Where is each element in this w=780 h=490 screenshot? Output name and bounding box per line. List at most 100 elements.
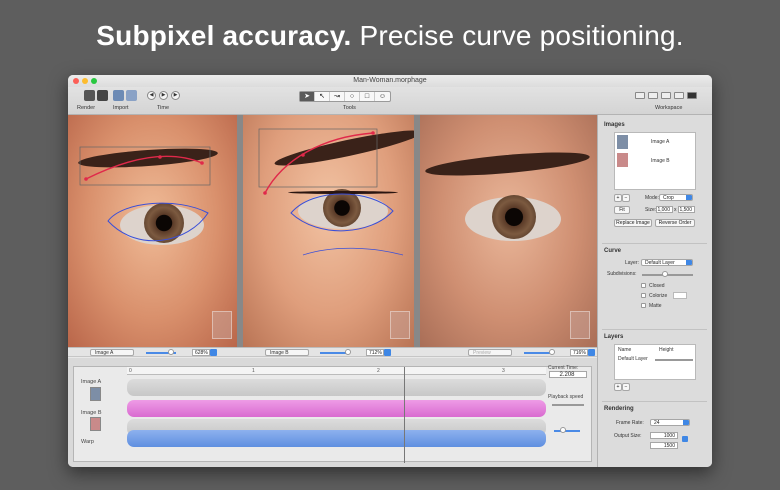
- subdivisions-knob[interactable]: [662, 271, 668, 277]
- curve-overlay: [79, 146, 211, 242]
- playback-speed-label: Playback speed: [548, 394, 584, 400]
- rendering-title: Rendering: [604, 406, 634, 412]
- image-a-thumbnail: [617, 135, 628, 149]
- add-layer-button[interactable]: +: [614, 383, 622, 391]
- colorize-swatch[interactable]: [673, 292, 687, 299]
- layer-height-slider[interactable]: [655, 359, 693, 361]
- play-button[interactable]: ▶: [159, 91, 168, 100]
- time-label: Time: [157, 105, 170, 111]
- inspector-sidebar: Images Image A Image B + − Mode: Crop Fi…: [597, 115, 712, 467]
- playback-speed-slider[interactable]: [552, 404, 584, 406]
- import-a-icon[interactable]: [113, 90, 124, 101]
- remove-image-button[interactable]: −: [622, 194, 630, 202]
- pane2-zoom-dropdown[interactable]: [384, 349, 391, 356]
- current-time-field[interactable]: 2.208: [549, 371, 587, 378]
- lock-aspect-checkbox[interactable]: [682, 436, 688, 442]
- tick-3: 3: [502, 368, 505, 374]
- size-width-field[interactable]: 1,000: [656, 206, 673, 213]
- size-height-field[interactable]: 1,500: [678, 206, 695, 213]
- image-b-pane[interactable]: [243, 115, 414, 347]
- iris: [492, 195, 536, 239]
- render-label: Render: [77, 105, 96, 111]
- pane2-zoom-value[interactable]: 712%: [366, 349, 384, 356]
- import-label: Import: [113, 105, 129, 111]
- workspace-layout-2-icon[interactable]: [648, 92, 658, 99]
- remove-layer-button[interactable]: −: [622, 383, 630, 391]
- pane1-image-select[interactable]: Image A: [90, 349, 134, 356]
- size-x: x: [674, 207, 677, 213]
- zoom-window-button[interactable]: [91, 78, 97, 84]
- image-b-thumb: [90, 417, 101, 431]
- pane2-zoom-knob[interactable]: [345, 349, 351, 355]
- output-size-label: Output Size:: [614, 433, 642, 439]
- warp-track[interactable]: [127, 430, 546, 447]
- volume-knob[interactable]: [560, 427, 566, 433]
- render-icon[interactable]: [84, 90, 95, 101]
- divider: [602, 329, 707, 330]
- workspace-graph-icon[interactable]: [687, 92, 697, 99]
- import-b-icon[interactable]: [126, 90, 137, 101]
- curve-tool-icon[interactable]: ↝: [330, 92, 345, 101]
- closed-checkbox[interactable]: [641, 283, 646, 288]
- pane1-zoom-dropdown[interactable]: [210, 349, 217, 356]
- time-ruler[interactable]: 0 1 2 3: [127, 367, 546, 375]
- face-tool-icon[interactable]: ☺: [375, 92, 390, 101]
- pane3-image-select[interactable]: Preview: [468, 349, 512, 356]
- playhead[interactable]: [404, 367, 405, 463]
- select-tool-icon[interactable]: ➤: [300, 92, 315, 101]
- app-window: Man-Woman.morphage Render Import ◀ ▶ ▶ T…: [68, 75, 712, 467]
- ellipse-tool-icon[interactable]: ○: [345, 92, 360, 101]
- colorize-checkbox[interactable]: [641, 293, 646, 298]
- reverse-order-button[interactable]: Reverse Order: [655, 219, 695, 227]
- step-forward-button[interactable]: ▶: [171, 91, 180, 100]
- divider: [602, 243, 707, 244]
- fit-button[interactable]: Fit: [614, 206, 630, 214]
- mode-select[interactable]: Crop: [659, 194, 693, 201]
- pane3-zoom-knob[interactable]: [549, 349, 555, 355]
- hero-bold: Subpixel accuracy.: [96, 20, 352, 51]
- images-item-b[interactable]: Image B: [651, 158, 670, 164]
- layers-table: Name Height Default Layer: [614, 344, 696, 380]
- add-image-button[interactable]: +: [614, 194, 622, 202]
- subdivisions-label: Subdivisions:: [607, 271, 637, 277]
- output-width-field[interactable]: 1000: [650, 432, 678, 439]
- step-back-button[interactable]: ◀: [147, 91, 156, 100]
- rect-tool-icon[interactable]: □: [360, 92, 375, 101]
- divider: [602, 401, 707, 402]
- preview-pane[interactable]: [420, 115, 597, 347]
- images-item-a[interactable]: Image A: [651, 139, 669, 145]
- image-b-thumbnail: [617, 153, 628, 167]
- tools-label: Tools: [343, 105, 356, 111]
- hero-heading: Subpixel accuracy. Precise curve positio…: [0, 20, 780, 52]
- image-a-pane[interactable]: [68, 115, 237, 347]
- curve-overlay: [258, 128, 404, 256]
- size-label: Size:: [645, 207, 657, 213]
- workspace-layout-4-icon[interactable]: [674, 92, 684, 99]
- matte-checkbox[interactable]: [641, 303, 646, 308]
- close-window-button[interactable]: [73, 78, 79, 84]
- layers-row-default[interactable]: Default Layer: [618, 356, 648, 362]
- workspace-layout-3-icon[interactable]: [661, 92, 671, 99]
- layer-select[interactable]: Default Layer: [641, 259, 693, 266]
- tools-segmented: ➤ ↖ ↝ ○ □ ☺: [299, 91, 391, 102]
- image-b-track[interactable]: [127, 400, 546, 417]
- image-a-track[interactable]: [127, 379, 546, 396]
- track-label-b: Image B: [81, 410, 102, 416]
- minimize-window-button[interactable]: [82, 78, 88, 84]
- pane1-zoom-value[interactable]: 628%: [192, 349, 210, 356]
- workspace-layout-1-icon[interactable]: [635, 92, 645, 99]
- film-icon[interactable]: [97, 90, 108, 101]
- output-height-field[interactable]: 1500: [650, 442, 678, 449]
- toolbar: Render Import ◀ ▶ ▶ Time ➤ ↖ ↝ ○ □ ☺ Too…: [68, 87, 712, 115]
- images-title: Images: [604, 122, 625, 128]
- pane3-zoom-dropdown[interactable]: [588, 349, 595, 356]
- frame-rate-select[interactable]: 24: [650, 419, 690, 426]
- pane2-image-select[interactable]: Image B: [265, 349, 309, 356]
- layers-col-name: Name: [618, 347, 632, 353]
- pane3-zoom-value[interactable]: 716%: [570, 349, 588, 356]
- point-tool-icon[interactable]: ↖: [315, 92, 330, 101]
- replace-image-button[interactable]: Replace Image: [614, 219, 652, 227]
- colorize-label: Colorize: [649, 293, 668, 299]
- pane1-zoom-knob[interactable]: [168, 349, 174, 355]
- volume-slider[interactable]: [554, 430, 580, 432]
